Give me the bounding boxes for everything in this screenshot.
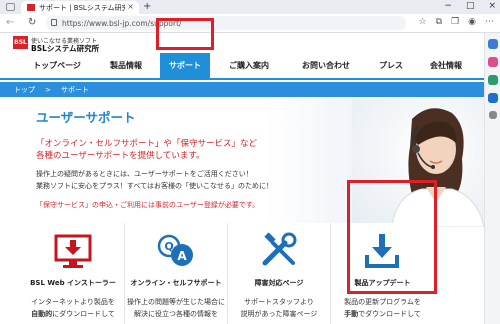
registration-note: 「保守サービス」の申込・ご利用には事前のユーザー登録が必要です。	[36, 201, 260, 209]
card-desc-line2: 解決に役立つ各種の情報を	[134, 310, 218, 318]
card-desc-line1: 製品の更新プログラムを	[344, 298, 421, 306]
refresh-icon[interactable]: ↻	[28, 17, 36, 28]
svg-text:A: A	[177, 249, 187, 263]
download-monitor-icon	[54, 234, 92, 268]
search-icon[interactable]	[488, 39, 498, 49]
nav-item-press[interactable]: プレス	[368, 53, 414, 78]
new-tab-button[interactable]: +	[143, 1, 151, 12]
hero-text-line2: 業務ソフトに安心をプラス！すべてはお客様の「使いこなせる」のために！	[36, 182, 273, 190]
card-desc-line2: 手動でダウンロードして	[344, 310, 421, 318]
nav-item-products[interactable]: 製品情報	[94, 53, 158, 78]
browser-tab-bar: サポート | BSLシステム研究所 × + − □ ×	[0, 0, 500, 14]
global-nav: トップページ 製品情報 サポート ご購入案内 お問い合わせ プレス 会社情報	[0, 53, 484, 80]
card-title: オンライン・セルフサポート	[130, 279, 222, 287]
favorites-icon[interactable]: ☆	[419, 17, 427, 27]
page-title: ユーザーサポート	[36, 110, 136, 125]
breadcrumb-home[interactable]: トップ	[14, 85, 35, 95]
collections-icon[interactable]: ❐	[451, 17, 459, 27]
tools-sidebar-icon[interactable]	[488, 75, 498, 85]
breadcrumb: トップ > サポート	[0, 82, 484, 97]
nav-item-top[interactable]: トップページ	[20, 53, 94, 78]
bsl-logo[interactable]: BSL	[13, 36, 28, 49]
highlight-frame-product-update	[347, 180, 437, 294]
address-bar: ← ↻ https://www.bsl-jp.com/support/ ☆ ⧉ …	[0, 14, 500, 33]
card-desc-line2: 自動的にダウンロードして	[31, 310, 115, 318]
profile-icon[interactable]: ◉	[468, 17, 476, 27]
highlight-frame-support-nav	[156, 18, 214, 50]
nav-item-purchase[interactable]: ご購入案内	[218, 53, 280, 78]
favicon-icon	[27, 4, 35, 11]
breadcrumb-current: サポート	[60, 85, 89, 94]
card-web-installer[interactable]: BSL Web インストーラー インターネットより製品を 自動的にダウンロードし…	[22, 223, 125, 324]
window-controls: − □ ×	[444, 1, 496, 11]
split-screen-icon[interactable]: ⧉	[436, 17, 442, 27]
outlook-icon[interactable]	[488, 93, 498, 103]
site-header: BSL 使いこなせる業務ソフト BSLシステム研究所	[0, 33, 484, 53]
hero-lead-line1: 「オンライン・セルフサポート」や「保守サービス」など	[36, 139, 258, 149]
breadcrumb-separator: >	[45, 85, 51, 94]
tab-actions-icon[interactable]	[6, 3, 15, 11]
card-desc-line1: インターネットより製品を	[31, 298, 115, 306]
more-icon[interactable]: ⋯	[485, 17, 494, 27]
nav-item-company[interactable]: 会社情報	[418, 53, 474, 78]
nav-item-contact[interactable]: お問い合わせ	[290, 53, 362, 78]
qa-bubbles-icon: Q A	[157, 234, 193, 266]
maximize-button[interactable]: □	[466, 1, 475, 11]
minimize-button[interactable]: −	[444, 1, 452, 11]
close-window-button[interactable]: ×	[488, 1, 496, 11]
browser-toolbar: ☆ ⧉ ❐ ◉ ⋯	[419, 17, 494, 27]
url-field[interactable]: https://www.bsl-jp.com/support/	[46, 16, 406, 30]
lock-icon	[51, 19, 57, 26]
tab-title: サポート | BSLシステム研究所	[39, 3, 125, 12]
card-desc-line1: 操作上の問題等が生じた場合に	[127, 298, 225, 306]
back-icon[interactable]: ←	[6, 17, 14, 28]
card-self-support[interactable]: Q A オンライン・セルフサポート 操作上の問題等が生じた場合に 解決に役立つ各…	[125, 223, 228, 324]
nav-item-support[interactable]: サポート	[160, 53, 210, 78]
card-desc-line1: サポートスタッフより	[244, 298, 314, 306]
add-icon[interactable]	[489, 111, 497, 119]
tools-icon	[262, 232, 297, 266]
browser-tab[interactable]: サポート | BSLシステム研究所 ×	[21, 1, 139, 14]
browser-sidebar	[484, 33, 500, 324]
card-desc-line2: 説明があった障害ページ	[240, 310, 318, 318]
shopping-icon[interactable]	[488, 57, 498, 67]
card-troubleshooting[interactable]: 障害対応ページ サポートスタッフより 説明があった障害ページ	[228, 223, 331, 324]
hero-text-line1: 操作上の疑問があるときには、ユーザーサポートをご活用ください！	[36, 170, 253, 178]
close-tab-icon[interactable]: ×	[127, 2, 134, 11]
card-title: 障害対応ページ	[254, 279, 304, 287]
card-title: BSL Web インストーラー	[30, 279, 116, 287]
hero-lead-line2: 各種のユーザーサポートを提供しています。	[36, 151, 205, 161]
